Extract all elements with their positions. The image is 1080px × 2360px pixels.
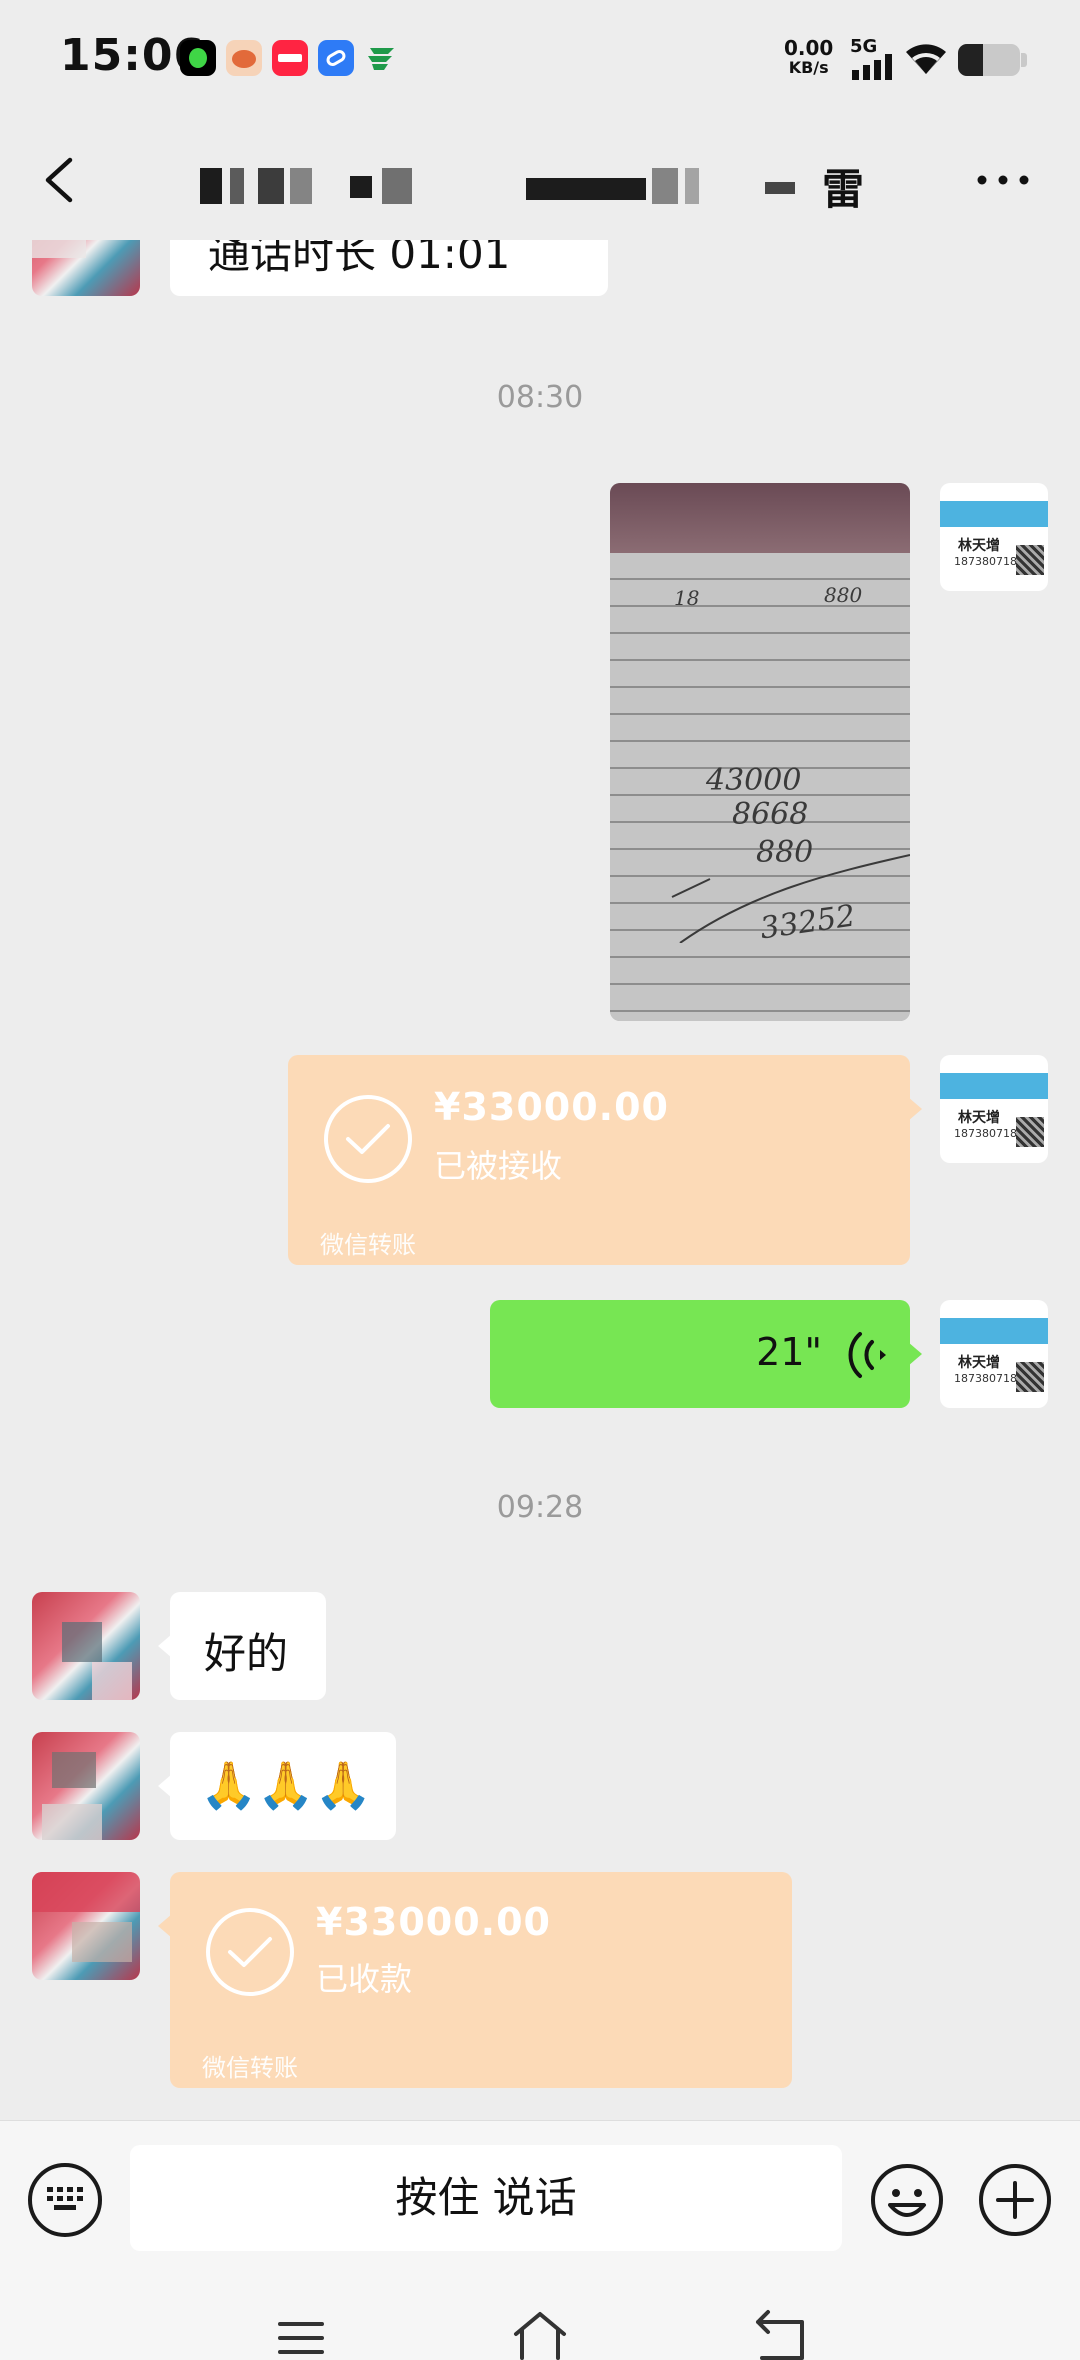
message-text: 好的: [204, 1629, 289, 1678]
handwriting-line: 18: [674, 586, 700, 610]
battery-tip: [1021, 53, 1027, 67]
contact-avatar[interactable]: [32, 240, 140, 296]
qr-code-icon: [1016, 1117, 1044, 1147]
contact-avatar[interactable]: [32, 1592, 140, 1700]
transfer-footer: 微信转账: [320, 1231, 416, 1259]
wifi-icon: [906, 44, 946, 74]
folded-hands-emoji: 🙏🙏🙏: [200, 1758, 372, 1812]
input-bar: 按住 说话: [0, 2120, 1080, 2281]
china-post-app-icon: [364, 40, 400, 76]
more-dots-icon[interactable]: [968, 160, 1038, 200]
qr-code-icon: [1016, 1362, 1044, 1392]
handwriting-line: 8668: [732, 797, 809, 832]
voice-duration: 21": [756, 1330, 822, 1374]
blue-app-icon: [318, 40, 354, 76]
hold-to-talk-button[interactable]: 按住 说话: [130, 2145, 842, 2251]
handwriting-line: 43000: [706, 763, 802, 798]
message-list[interactable]: 通话时长 01:01 08:30 18 880 43000 8668 880 3…: [0, 240, 1080, 2120]
wechat-chat-screen: 15:06 0.00 KB/s 5G 雷 通话时长 01:01 08:30 18…: [0, 0, 1080, 2360]
qr-code-icon: [1016, 545, 1044, 575]
back-nav-icon[interactable]: [752, 2308, 808, 2360]
check-icon: [346, 1124, 390, 1154]
transfer-sent-card[interactable]: ¥33000.00 已被接收 微信转账: [288, 1055, 922, 1265]
emoji-message-bubble[interactable]: 🙏🙏🙏: [158, 1732, 396, 1840]
status-bar: 15:06 0.00 KB/s 5G: [0, 0, 1080, 120]
call-duration-text: 通话时长 01:01: [208, 240, 511, 278]
emoji-icon[interactable]: [870, 2163, 944, 2237]
cartoon-app-icon: [226, 40, 262, 76]
transfer-received-card[interactable]: ¥33000.00 已收款 微信转账: [158, 1872, 792, 2088]
network-speed: 0.00 KB/s: [784, 36, 834, 77]
contact-avatar[interactable]: [32, 1872, 140, 1980]
check-icon: [228, 1937, 272, 1967]
music-app-icon: [180, 40, 216, 76]
transfer-status: 已被接收: [434, 1147, 563, 1185]
voice-message[interactable]: 21": [490, 1300, 922, 1408]
handwriting-stroke: [671, 854, 910, 943]
timestamp: 09:28: [496, 1490, 584, 1525]
my-avatar[interactable]: 林天增 18738071885: [940, 483, 1048, 591]
system-navigation-bar: [0, 2280, 1080, 2360]
contact-avatar[interactable]: [32, 1732, 140, 1840]
my-avatar[interactable]: 林天增 18738071885: [940, 1300, 1048, 1408]
chat-header: 雷: [0, 120, 1080, 240]
call-record-bubble[interactable]: 通话时长 01:01: [170, 240, 608, 296]
handwriting-line: 880: [824, 583, 863, 607]
keyboard-icon[interactable]: [28, 2163, 102, 2237]
transfer-amount: ¥33000.00: [434, 1085, 669, 1129]
timestamp: 08:30: [496, 380, 584, 415]
plus-icon[interactable]: [978, 2163, 1052, 2237]
my-avatar[interactable]: 林天增 18738071885: [940, 1055, 1048, 1163]
transfer-status: 已收款: [316, 1960, 413, 1998]
image-message[interactable]: 18 880 43000 8668 880 33252: [610, 483, 910, 1021]
transfer-amount: ¥33000.00: [316, 1900, 551, 1944]
battery-icon: [958, 44, 1020, 76]
voice-wave-icon: [848, 1332, 886, 1378]
home-icon[interactable]: [510, 2308, 570, 2360]
chevron-left-icon[interactable]: [30, 150, 90, 210]
cellular-signal-icon: 5G: [850, 36, 904, 80]
recent-apps-icon[interactable]: [276, 2316, 326, 2360]
xiaohongshu-app-icon: [272, 40, 308, 76]
battery-fill: [958, 44, 983, 76]
text-message-bubble[interactable]: 好的: [158, 1592, 326, 1700]
transfer-footer: 微信转账: [202, 2054, 298, 2082]
chat-title-visible: 雷: [822, 165, 865, 214]
